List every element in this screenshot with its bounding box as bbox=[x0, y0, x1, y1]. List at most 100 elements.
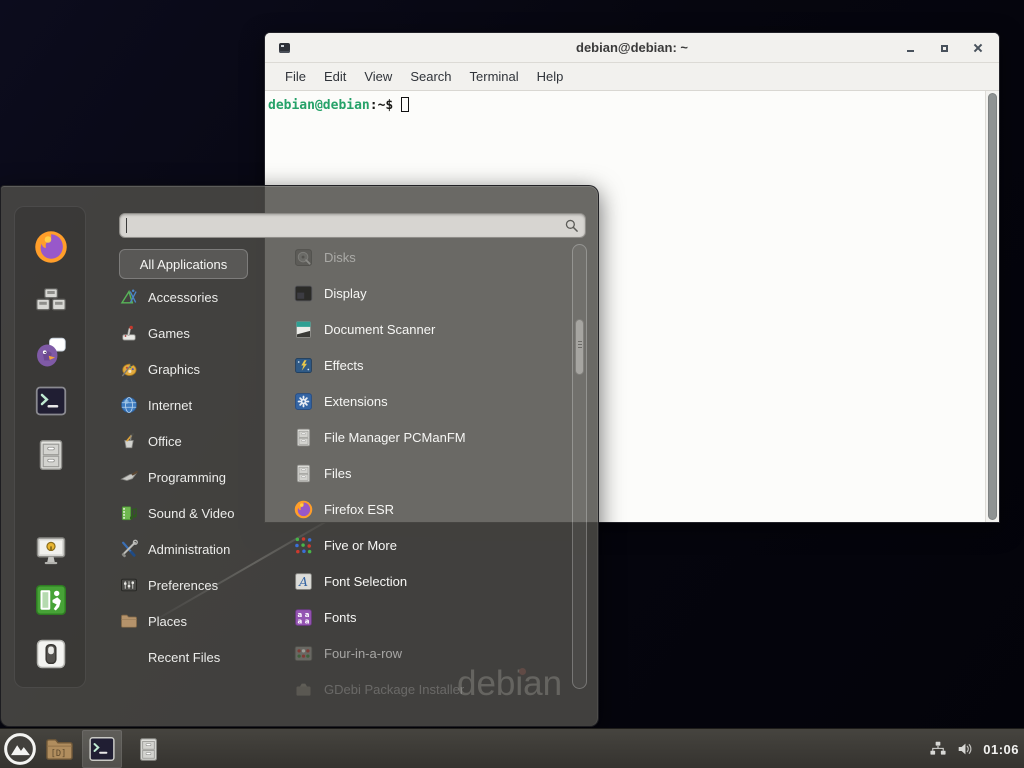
programming-icon bbox=[119, 467, 139, 487]
app-firefox-esr[interactable]: Firefox ESR bbox=[293, 496, 573, 522]
search-input[interactable] bbox=[127, 215, 564, 236]
menu-button[interactable] bbox=[2, 731, 38, 767]
internet-icon bbox=[119, 395, 139, 415]
firefox-icon bbox=[293, 499, 314, 520]
category-accessories[interactable]: Accessories bbox=[119, 284, 279, 310]
favorite-pidgin[interactable] bbox=[33, 333, 69, 369]
menu-view[interactable]: View bbox=[355, 69, 401, 84]
app-effects[interactable]: Effects bbox=[293, 352, 573, 378]
app-display[interactable]: Display bbox=[293, 280, 573, 306]
all-applications-button[interactable]: All Applications bbox=[119, 249, 248, 279]
app-files[interactable]: Files bbox=[293, 460, 573, 486]
terminal-icon bbox=[33, 383, 69, 419]
close-icon bbox=[973, 43, 983, 53]
favorite-terminal[interactable] bbox=[33, 383, 69, 419]
category-label: Games bbox=[148, 326, 190, 341]
document-scanner-icon bbox=[293, 319, 314, 340]
firefox-icon bbox=[33, 229, 69, 265]
desktop: debian debian@debian: ~ File Edit View S… bbox=[0, 0, 1024, 768]
search-icon bbox=[564, 218, 579, 233]
app-five-or-more[interactable]: Five or More bbox=[293, 532, 573, 558]
category-recent-files[interactable]: Recent Files bbox=[119, 644, 279, 670]
category-places[interactable]: Places bbox=[119, 608, 279, 634]
maximize-button[interactable] bbox=[937, 41, 951, 55]
effects-icon bbox=[293, 355, 314, 376]
category-label: Preferences bbox=[148, 578, 218, 593]
file-cabinet-icon bbox=[135, 736, 162, 763]
application-menu: All Applications Accessories Games Graph… bbox=[0, 185, 599, 727]
category-games[interactable]: Games bbox=[119, 320, 279, 346]
favorite-firefox[interactable] bbox=[33, 229, 69, 265]
file-manager-icon bbox=[293, 427, 314, 448]
prompt-user-host: debian@debian bbox=[268, 98, 370, 113]
app-extensions[interactable]: Extensions bbox=[293, 388, 573, 414]
menu-edit[interactable]: Edit bbox=[315, 69, 355, 84]
office-icon bbox=[119, 431, 139, 451]
terminal-scrollbar-thumb[interactable] bbox=[988, 93, 997, 520]
taskbar-terminal-button[interactable] bbox=[82, 730, 122, 768]
system-tray: 01:06 bbox=[929, 729, 1019, 768]
favorite-file-manager[interactable] bbox=[33, 437, 69, 473]
five-or-more-icon bbox=[293, 535, 314, 556]
category-administration[interactable]: Administration bbox=[119, 536, 279, 562]
prompt-suffix: :~$ bbox=[370, 98, 393, 113]
terminal-scrollbar[interactable] bbox=[985, 91, 999, 522]
minimize-button[interactable] bbox=[903, 41, 917, 55]
menu-search[interactable]: Search bbox=[401, 69, 460, 84]
search-box[interactable] bbox=[119, 213, 586, 238]
taskbar-file-manager-button[interactable]: [D] bbox=[38, 730, 78, 768]
app-label: Extensions bbox=[324, 394, 388, 409]
app-disks[interactable]: Disks bbox=[293, 244, 573, 270]
category-preferences[interactable]: Preferences bbox=[119, 572, 279, 598]
favorite-package-manager[interactable] bbox=[33, 282, 69, 318]
category-label: Programming bbox=[148, 470, 226, 485]
folder-icon: [D] bbox=[43, 734, 74, 765]
category-graphics[interactable]: Graphics bbox=[119, 356, 279, 382]
menu-file[interactable]: File bbox=[276, 69, 315, 84]
terminal-window-icon bbox=[279, 43, 290, 53]
category-label: Internet bbox=[148, 398, 192, 413]
app-label: Four-in-a-row bbox=[324, 646, 402, 661]
taskbar-files-button[interactable] bbox=[128, 730, 168, 768]
menu-help[interactable]: Help bbox=[528, 69, 573, 84]
terminal-prompt: debian@debian:~$ bbox=[268, 97, 409, 113]
category-sound-video[interactable]: Sound & Video bbox=[119, 500, 279, 526]
file-manager-icon bbox=[33, 437, 69, 473]
category-label: Sound & Video bbox=[148, 506, 235, 521]
app-list-scrollbar[interactable] bbox=[572, 244, 587, 689]
app-document-scanner[interactable]: Document Scanner bbox=[293, 316, 573, 342]
category-internet[interactable]: Internet bbox=[119, 392, 279, 418]
favorite-lock-screen[interactable] bbox=[33, 532, 69, 568]
svg-text:[D]: [D] bbox=[50, 748, 66, 758]
terminal-titlebar[interactable]: debian@debian: ~ bbox=[265, 33, 999, 63]
accessories-icon bbox=[119, 287, 139, 307]
minimize-icon bbox=[907, 50, 914, 52]
app-label: Files bbox=[324, 466, 351, 481]
favorite-logout[interactable] bbox=[33, 582, 69, 618]
places-icon bbox=[119, 611, 139, 631]
app-label: GDebi Package Installer bbox=[324, 682, 464, 697]
favorite-shutdown[interactable] bbox=[33, 636, 69, 672]
category-label: Graphics bbox=[148, 362, 200, 377]
category-office[interactable]: Office bbox=[119, 428, 279, 454]
clock[interactable]: 01:06 bbox=[983, 742, 1019, 757]
app-font-selection[interactable]: A Font Selection bbox=[293, 568, 573, 594]
app-label: Effects bbox=[324, 358, 364, 373]
category-programming[interactable]: Programming bbox=[119, 464, 279, 490]
app-fonts[interactable]: a aa a Fonts bbox=[293, 604, 573, 630]
administration-icon bbox=[119, 539, 139, 559]
volume-icon[interactable] bbox=[956, 740, 974, 758]
close-button[interactable] bbox=[971, 41, 985, 55]
menu-terminal[interactable]: Terminal bbox=[461, 69, 528, 84]
app-four-in-a-row[interactable]: Four-in-a-row bbox=[293, 640, 573, 666]
category-label: Recent Files bbox=[148, 650, 220, 665]
category-label: Places bbox=[148, 614, 187, 629]
graphics-icon bbox=[119, 359, 139, 379]
app-gdebi-package-installer[interactable]: GDebi Package Installer bbox=[293, 676, 573, 702]
app-file-manager-pcmanfm[interactable]: File Manager PCManFM bbox=[293, 424, 573, 450]
pidgin-icon bbox=[33, 333, 69, 369]
all-applications-label: All Applications bbox=[140, 257, 227, 272]
network-icon[interactable] bbox=[929, 740, 947, 758]
app-list-scrollbar-thumb[interactable] bbox=[575, 319, 584, 375]
app-label: File Manager PCManFM bbox=[324, 430, 466, 445]
